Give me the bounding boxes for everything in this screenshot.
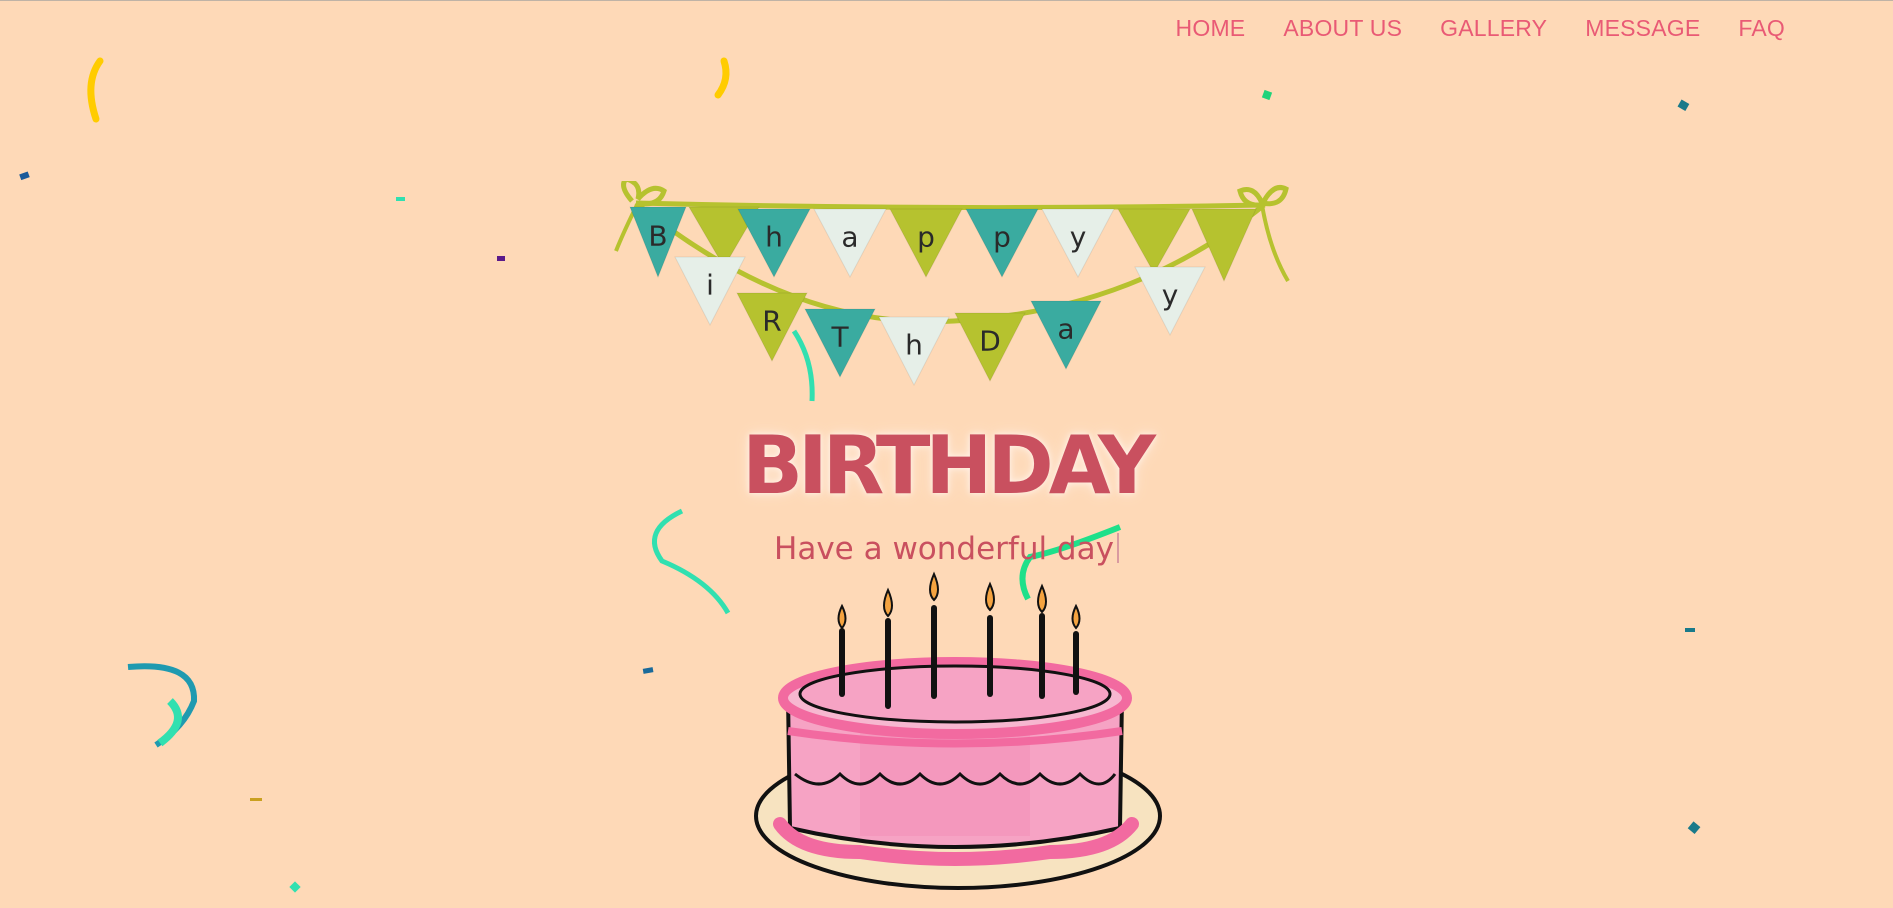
banner-letter: B [648, 220, 667, 253]
banner-flag: B [629, 206, 687, 279]
banner-flag: R [736, 292, 808, 363]
banner-flag: y [1041, 208, 1115, 279]
banner-letter: h [765, 220, 783, 253]
page-title: BIRTHDAY [742, 419, 1156, 512]
happy-birthday-bunting-icon: Bh a p p y i R Th Da y [614, 181, 1290, 387]
banner-flag: p [965, 208, 1039, 279]
banner-flag: h [737, 208, 811, 279]
nav-home-link[interactable]: HOME [1176, 15, 1246, 42]
banner-flag: y [1134, 266, 1206, 337]
banner-letter: T [830, 320, 849, 353]
banner-flag: a [1030, 300, 1102, 371]
banner-letter: y [1162, 278, 1179, 311]
birthday-cake-icon [754, 571, 1162, 890]
typing-cursor [1116, 533, 1119, 563]
banner-letter: a [1057, 312, 1074, 345]
banner-letter: h [905, 328, 923, 361]
banner-letter: i [706, 268, 714, 301]
banner-flag: D [954, 312, 1026, 383]
nav-about-us-link[interactable]: ABOUT US [1283, 15, 1402, 42]
nav-faq-link[interactable]: FAQ [1738, 15, 1785, 42]
banner-flag: h [878, 316, 950, 387]
subtitle-text: Have a wonderful day [774, 531, 1114, 567]
banner-flag: p [889, 208, 963, 279]
banner-letter: D [979, 324, 1001, 357]
banner-flag: a [813, 208, 887, 279]
banner-letter: a [841, 220, 858, 253]
banner-letter: p [993, 220, 1011, 253]
banner-letter: y [1070, 220, 1087, 253]
nav-gallery-link[interactable]: GALLERY [1440, 15, 1547, 42]
banner-letter: p [917, 220, 935, 253]
banner-letter: R [762, 304, 781, 337]
banner-flag: T [804, 308, 876, 379]
nav-message-link[interactable]: MESSAGE [1585, 15, 1700, 42]
main-nav: HOME ABOUT US GALLERY MESSAGE FAQ [1176, 15, 1785, 42]
banner-flag: i [674, 256, 746, 327]
subtitle-typed-text: Have a wonderful day [0, 531, 1893, 567]
